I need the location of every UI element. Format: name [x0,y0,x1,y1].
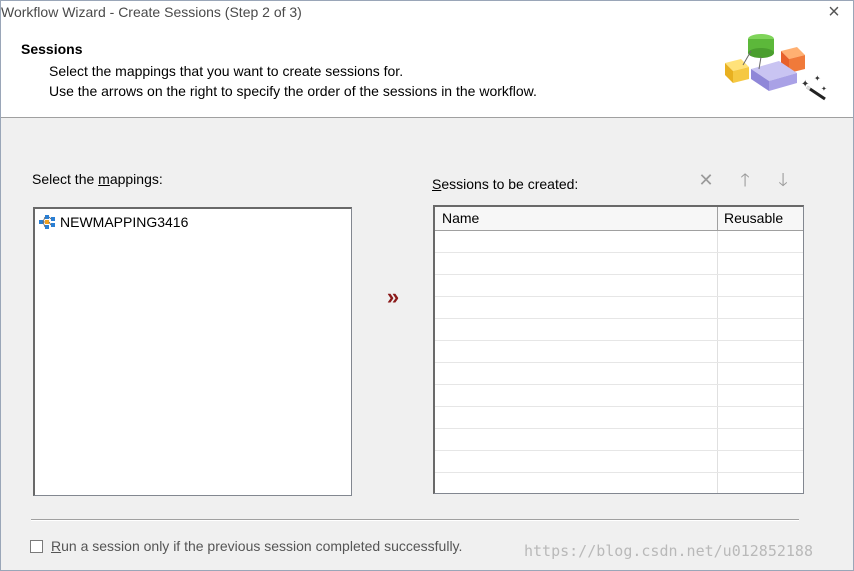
select-mappings-label: Select the mappings: [32,171,163,187]
table-row [435,341,803,363]
sessions-grid[interactable]: Name Reusable [433,205,804,494]
select-mappings-label-prefix: Select the [32,171,99,187]
select-mappings-label-suffix: appings: [109,171,163,187]
description-line-2: Use the arrows on the right to specify t… [49,83,537,99]
sessions-label-suffix: essions to be created: [441,176,579,192]
table-row [435,429,803,451]
table-row [435,473,803,493]
sessions-label-mnemonic: S [432,176,442,192]
table-row [435,363,803,385]
checkbox-label-mnemonic: R [51,538,62,554]
table-row [435,231,803,253]
mapping-icon [39,215,55,229]
list-item-mapping[interactable]: NEWMAPPING3416 [38,213,188,231]
column-header-name[interactable]: Name [435,207,718,230]
table-row [435,451,803,473]
section-heading: Sessions [21,41,83,57]
window-title: Workflow Wizard - Create Sessions (Step … [1,4,302,20]
table-row [435,385,803,407]
table-row [435,319,803,341]
table-row [435,253,803,275]
delete-icon[interactable]: ✕ [695,169,717,191]
description-line-1: Select the mappings that you want to cre… [49,63,404,79]
table-row [435,275,803,297]
grid-header: Name Reusable [435,207,803,231]
checkbox-label: un a session only if the previous sessio… [61,538,463,554]
move-up-arrow-icon[interactable]: 🡑 [734,169,756,191]
checkbox-box[interactable] [30,539,43,553]
move-down-arrow-icon[interactable]: 🡓 [772,169,794,191]
double-chevron-right-icon[interactable]: » [381,285,405,309]
column-header-reusable[interactable]: Reusable [718,207,803,230]
select-mappings-label-mnemonic: m [98,171,110,187]
watermark-text: https://blog.csdn.net/u012852188 [524,542,813,560]
wizard-magic-wand-icon: ✦ ✦ ✦ [725,34,827,101]
wizard-window: Workflow Wizard - Create Sessions (Step … [0,0,854,571]
wizard-header: Workflow Wizard - Create Sessions (Step … [1,1,853,118]
table-row [435,297,803,319]
mappings-list[interactable]: NEWMAPPING3416 [33,207,352,496]
svg-text:✦: ✦ [821,85,827,93]
table-row [435,407,803,429]
svg-text:✦: ✦ [801,79,809,90]
sessions-to-create-label: Sessions to be created: [432,176,578,192]
svg-text:✦: ✦ [814,74,821,83]
separator [31,519,799,521]
run-sequential-checkbox[interactable]: Run a session only if the previous sessi… [30,538,462,554]
mapping-name: NEWMAPPING3416 [60,214,189,230]
close-icon[interactable]: × [825,2,843,22]
